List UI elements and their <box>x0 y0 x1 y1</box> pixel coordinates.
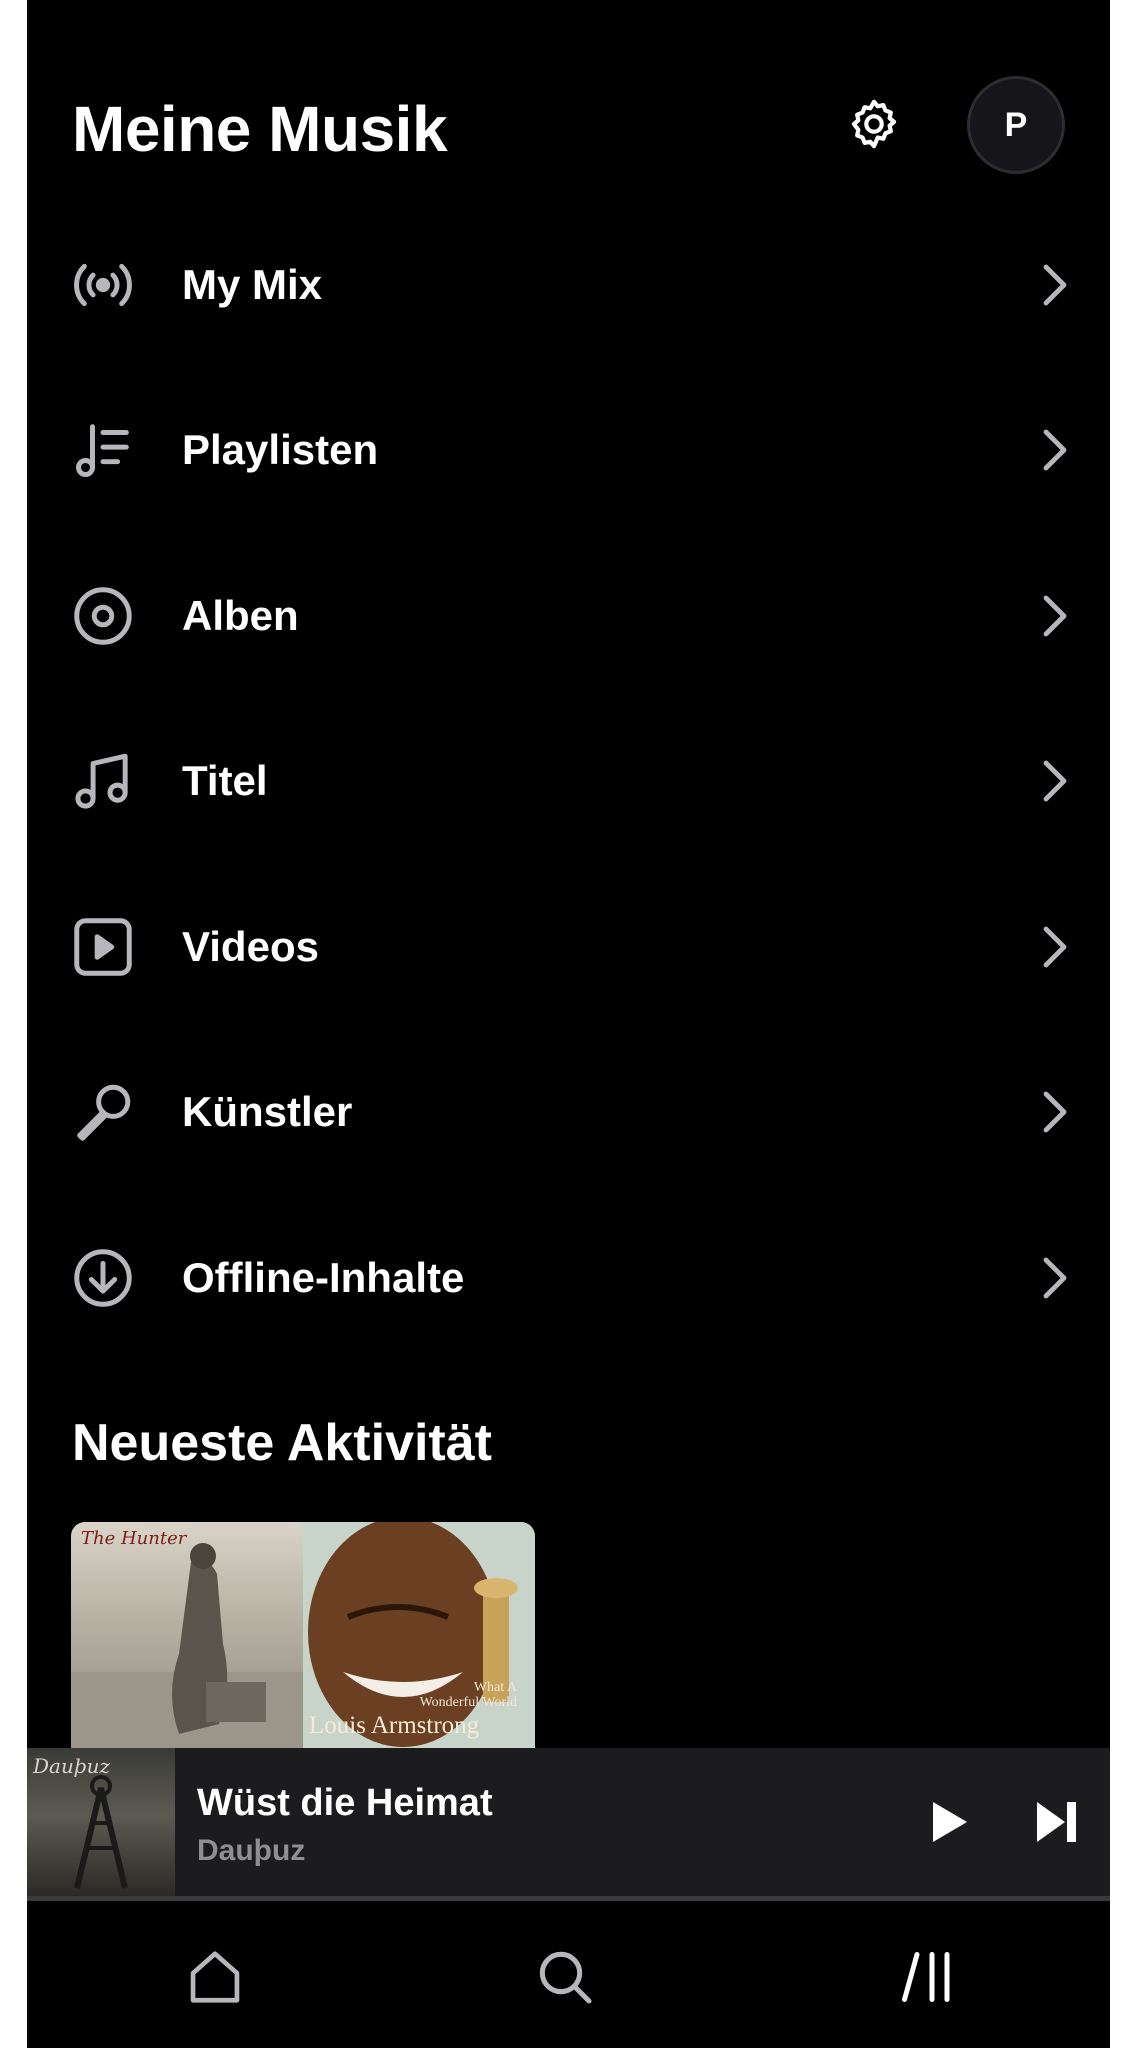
album-disc-icon <box>67 580 139 652</box>
video-play-icon <box>67 911 139 983</box>
album-cover-subtitle-line: What A <box>473 1680 517 1695</box>
album-cover-text: The Hunter <box>81 1528 187 1549</box>
play-button[interactable] <box>917 1790 981 1854</box>
playlist-icon <box>67 414 139 486</box>
avatar[interactable]: P <box>967 76 1065 174</box>
music-note-icon <box>67 745 139 817</box>
chevron-right-icon <box>1035 1086 1075 1138</box>
menu-item-label: Titel <box>182 757 268 805</box>
download-icon <box>67 1242 139 1314</box>
album-cover-subtitle-line: Wonderful World <box>419 1695 517 1710</box>
menu-item-tracks[interactable]: Titel <box>27 699 1110 865</box>
radio-broadcast-icon <box>67 249 139 321</box>
album-art-image <box>71 1543 303 1754</box>
menu-item-label: Playlisten <box>182 426 379 474</box>
chevron-right-icon <box>1035 259 1075 311</box>
tab-library[interactable] <box>887 1937 967 2017</box>
chevron-right-icon <box>1035 424 1075 476</box>
bottom-tab-bar <box>27 1901 1110 2048</box>
menu-item-my-mix[interactable]: My Mix <box>27 202 1110 368</box>
now-playing-art-text: Dauþuz <box>33 1754 111 1778</box>
menu-item-offline[interactable]: Offline-Inhalte <box>27 1195 1110 1361</box>
page-title: Meine Musik <box>72 93 448 165</box>
chevron-right-icon <box>1035 590 1075 642</box>
skip-next-icon <box>1037 1802 1076 1842</box>
menu-item-label: Alben <box>182 591 299 639</box>
album-cover-the-hunter: The Hunter <box>71 1522 303 1754</box>
menu-item-label: Künstler <box>182 1088 353 1136</box>
search-icon <box>539 1951 592 2004</box>
menu-item-playlists[interactable]: Playlisten <box>27 368 1110 534</box>
header: Meine Musik P <box>27 0 1110 230</box>
menu-item-videos[interactable]: Videos <box>27 864 1110 1030</box>
library-icon <box>902 1952 950 2002</box>
tab-search[interactable] <box>525 1937 605 2017</box>
tab-home[interactable] <box>175 1937 255 2017</box>
menu-item-label: Offline-Inhalte <box>182 1253 465 1301</box>
menu-item-label: My Mix <box>182 260 323 308</box>
settings-button[interactable] <box>842 92 906 156</box>
now-playing-title: Wüst die Heimat <box>197 1782 493 1824</box>
album-cover-text: Louis Armstrong <box>309 1712 480 1739</box>
gear-icon <box>851 99 897 149</box>
microphone-icon <box>67 1076 139 1148</box>
mini-player[interactable]: Dauþuz Wüst die Heimat Dauþuz <box>27 1748 1110 1896</box>
skip-next-button[interactable] <box>1025 1790 1089 1854</box>
app-screen: Meine Musik P My Mix Playlisten Alben Ti… <box>27 0 1110 2048</box>
menu-item-artists[interactable]: Künstler <box>27 1030 1110 1196</box>
chevron-right-icon <box>1035 1252 1075 1304</box>
album-cover-subtitle: What A Wonderful World <box>420 1680 517 1710</box>
recent-activity-card[interactable]: The Hunter What A Wonderful World Louis … <box>71 1522 535 1754</box>
section-title-recent-activity: Neueste Aktivität <box>72 1414 492 1472</box>
menu-item-albums[interactable]: Alben <box>27 533 1110 699</box>
now-playing-artwork: Dauþuz <box>27 1748 175 1896</box>
play-icon <box>933 1802 967 1842</box>
now-playing-artist: Dauþuz <box>197 1834 306 1867</box>
album-cover-what-a-wonderful-world: What A Wonderful World Louis Armstrong <box>303 1522 535 1754</box>
menu-item-label: Videos <box>182 922 319 970</box>
home-icon <box>190 1951 240 2003</box>
avatar-initial: P <box>1004 105 1028 144</box>
chevron-right-icon <box>1035 921 1075 973</box>
chevron-right-icon <box>1035 755 1075 807</box>
library-menu: My Mix Playlisten Alben Titel Videos Kün… <box>27 202 1110 1361</box>
